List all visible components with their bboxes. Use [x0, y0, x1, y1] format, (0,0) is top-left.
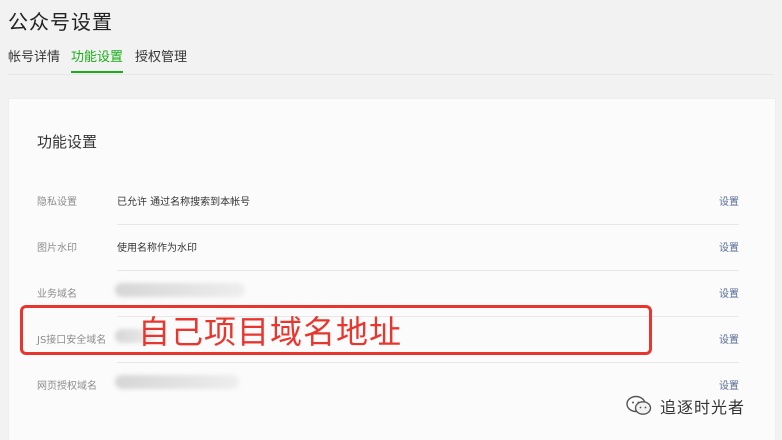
blurred-domain-value — [115, 375, 239, 389]
tab-authorization-management[interactable]: 授权管理 — [135, 50, 187, 73]
tab-bar: 帐号详情 功能设置 授权管理 — [8, 50, 774, 75]
tab-account-details[interactable]: 帐号详情 — [8, 50, 60, 73]
business-domain-settings-button[interactable]: 设置 — [719, 285, 739, 300]
row-label: 图片水印 — [37, 243, 77, 254]
annotation-text: 自己项目域名地址 — [138, 313, 403, 351]
settings-row-image-watermark: 图片水印 使用名称作为水印 设置 — [9, 225, 775, 271]
watermark-text: 追逐时光者 — [660, 398, 746, 417]
row-label: 网页授权域名 — [37, 381, 97, 392]
row-value: 使用名称作为水印 — [117, 243, 197, 254]
settings-row-privacy: 隐私设置 已允许 通过名称搜索到本帐号 设置 — [9, 179, 775, 225]
row-value: 已允许 通过名称搜索到本帐号 — [117, 197, 251, 208]
wechat-icon — [626, 395, 652, 415]
privacy-settings-button[interactable]: 设置 — [719, 193, 739, 208]
page-title: 公众号设置 — [8, 10, 113, 34]
section-title: 功能设置 — [37, 133, 98, 151]
feature-settings-card: 功能设置 隐私设置 已允许 通过名称搜索到本帐号 设置 图片水印 使用名称作为水… — [8, 98, 776, 440]
js-domain-settings-button[interactable]: 设置 — [719, 331, 739, 346]
row-label: 业务域名 — [37, 289, 77, 300]
blurred-domain-value — [115, 283, 245, 297]
oauth-domain-settings-button[interactable]: 设置 — [719, 377, 739, 392]
tab-feature-settings[interactable]: 功能设置 — [71, 50, 124, 73]
watermark: 追逐时光者 — [626, 394, 745, 418]
row-label: 隐私设置 — [37, 197, 77, 208]
watermark-settings-button[interactable]: 设置 — [719, 239, 739, 254]
